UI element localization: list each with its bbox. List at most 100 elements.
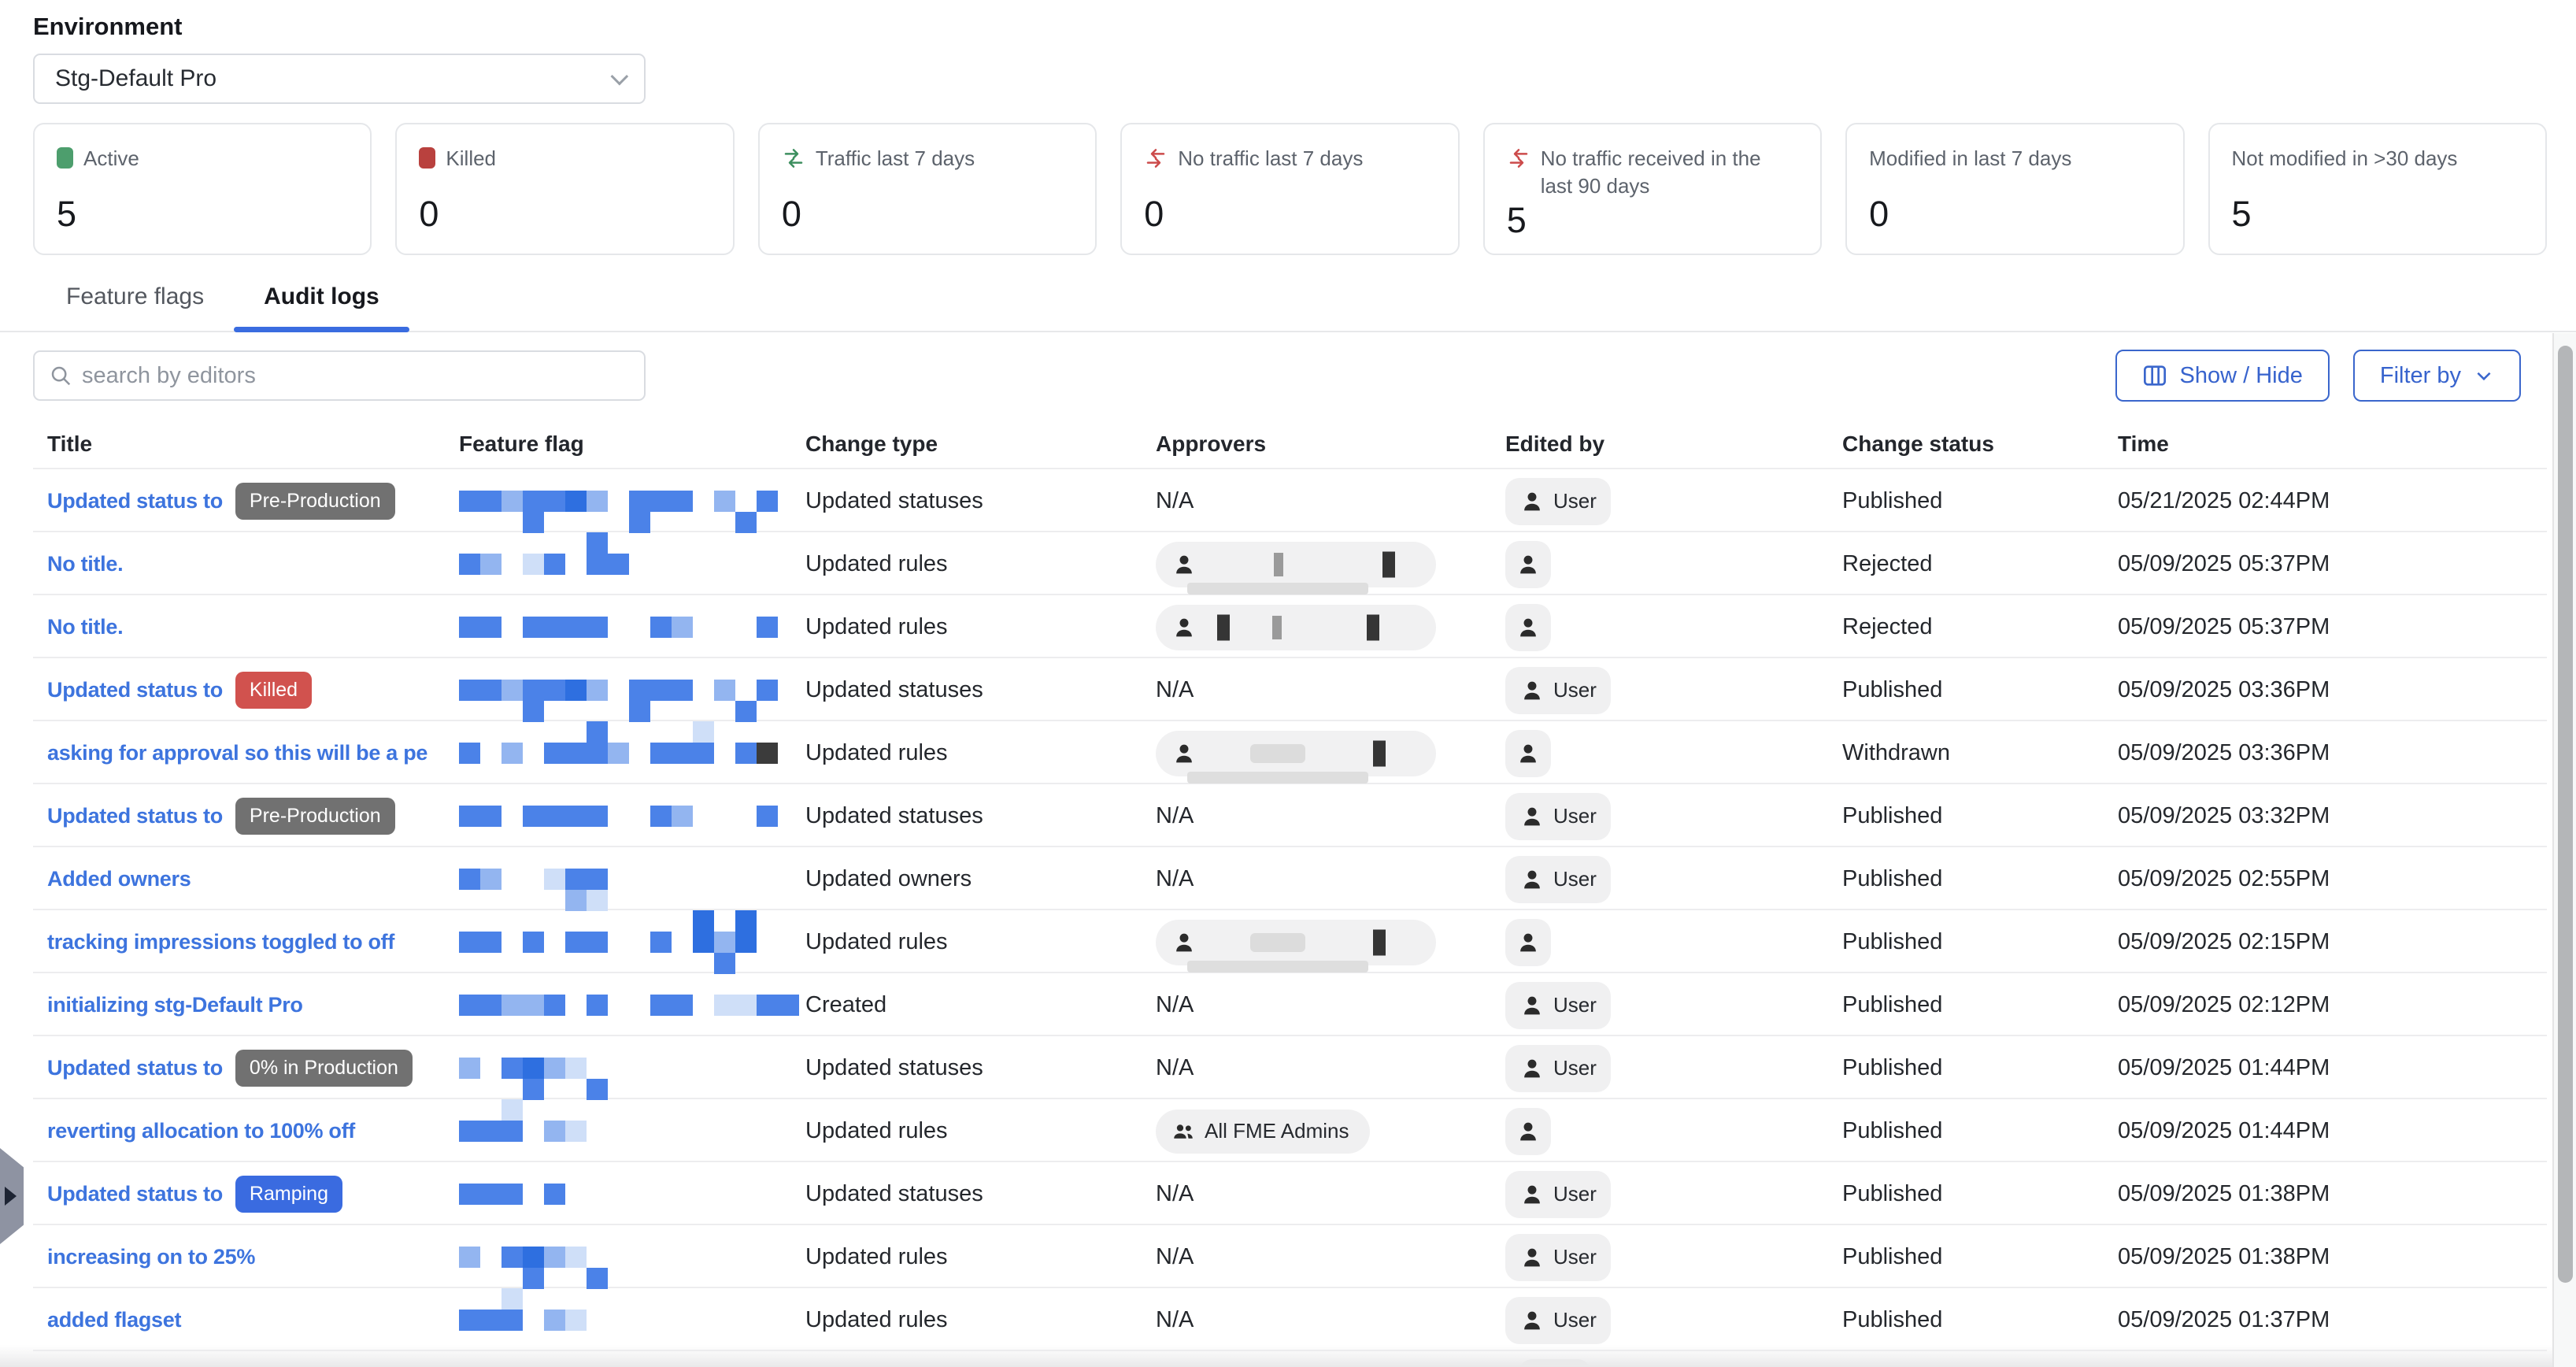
audit-entry-link[interactable]: No title.: [47, 552, 123, 576]
people-icon: [1171, 1120, 1195, 1143]
search-box[interactable]: [33, 350, 646, 401]
editor-pill: User: [1505, 1171, 1611, 1218]
stat-card-value: 5: [1507, 200, 1798, 241]
column-header-change-status: Change status: [1842, 432, 2118, 457]
table-row: tracking impressions toggled to offUpdat…: [33, 909, 2547, 972]
filter-by-button[interactable]: Filter by: [2353, 350, 2521, 402]
edited-by-cell: [1505, 1108, 1842, 1155]
editor-pill: User: [1505, 478, 1611, 525]
environment-select[interactable]: Stg-Default Pro: [33, 54, 646, 104]
audit-entry-link[interactable]: Updated status to: [47, 1056, 223, 1080]
table-row: Updated status toKilledUpdated statusesN…: [33, 657, 2547, 720]
redaction-underbar: [1187, 583, 1368, 595]
audit-entry-link[interactable]: tracking impressions toggled to off: [47, 930, 394, 954]
change-status-cell: Published: [1842, 1307, 2118, 1333]
person-icon: [1519, 993, 1545, 1018]
audit-entry-link[interactable]: No title.: [47, 615, 123, 639]
approver-redacted-pill: [1156, 605, 1436, 650]
stat-card-value: 5: [2232, 194, 2523, 235]
audit-entry-link[interactable]: initializing stg-Default Pro: [47, 993, 303, 1017]
feature-flag-redacted: [459, 1225, 805, 1289]
approvers-cell: N/A: [1156, 470, 1505, 533]
audit-entry-link[interactable]: increasing on to 25%: [47, 1245, 255, 1269]
feature-flag-redacted: [459, 658, 805, 722]
change-type-cell: Updated rules: [805, 551, 1156, 577]
approver-redacted-pill: [1156, 920, 1436, 965]
table-row-partial: [33, 1350, 2547, 1365]
audit-entry-link[interactable]: Updated status to: [47, 678, 223, 702]
person-icon: [1519, 1182, 1545, 1207]
title-cell: Updated status to0% in Production: [33, 1050, 459, 1087]
time-cell: 05/09/2025 05:37PM: [2118, 551, 2547, 577]
redaction-mark: [1367, 614, 1379, 640]
feature-flag-redacted: [459, 1099, 805, 1163]
time-cell: 05/21/2025 02:44PM: [2118, 488, 2547, 514]
change-type-cell: Created: [805, 992, 1156, 1018]
editor-pill: [1505, 1108, 1551, 1155]
change-type-cell: Updated owners: [805, 866, 1156, 892]
edited-by-cell: User: [1505, 667, 1842, 714]
show-hide-button[interactable]: Show / Hide: [2115, 350, 2330, 402]
table-row: added flagsetUpdated rulesN/AUserPublish…: [33, 1287, 2547, 1350]
stat-card-label: Not modified in >30 days: [2232, 145, 2523, 172]
change-type-cell: Updated statuses: [805, 488, 1156, 514]
tab-audit-logs[interactable]: Audit logs: [234, 283, 409, 331]
approvers-cell: N/A: [1156, 1163, 1505, 1226]
change-status-cell: Rejected: [1842, 614, 2118, 640]
stat-card: No traffic last 7 days 0: [1120, 123, 1459, 255]
chevron-down-icon: [611, 68, 629, 86]
tab-feature-flags[interactable]: Feature flags: [36, 283, 234, 331]
person-icon: [1516, 1119, 1541, 1144]
editor-label: User: [1553, 993, 1597, 1017]
audit-entry-link[interactable]: Added owners: [47, 867, 191, 891]
redaction-mark: [1373, 740, 1386, 766]
approvers-cell: N/A: [1156, 974, 1505, 1037]
editor-label: User: [1553, 804, 1597, 828]
change-status-cell: Published: [1842, 1055, 2118, 1081]
audit-log-table: TitleFeature flagChange typeApproversEdi…: [33, 420, 2547, 1350]
audit-entry-link[interactable]: Updated status to: [47, 804, 223, 828]
search-input[interactable]: [82, 363, 630, 389]
approvers-cell: [1156, 596, 1505, 659]
stat-card: Killed 0: [395, 123, 734, 255]
audit-entry-link[interactable]: Updated status to: [47, 489, 223, 513]
stat-card-value: 5: [57, 194, 348, 235]
editor-pill: [1505, 730, 1551, 777]
change-type-cell: Updated rules: [805, 1244, 1156, 1270]
editor-pill: [1505, 604, 1551, 651]
edited-by-cell: [1505, 604, 1842, 651]
status-badge: Pre-Production: [235, 798, 395, 835]
time-cell: 05/09/2025 01:44PM: [2118, 1118, 2547, 1144]
audit-entry-link[interactable]: added flagset: [47, 1308, 181, 1332]
column-header-title: Title: [33, 432, 459, 457]
feature-flag-redacted: [459, 973, 805, 1037]
stats-card-row: Active 5Killed 0Traffic last 7 days 0No …: [33, 123, 2547, 255]
redaction-mark: [1373, 929, 1386, 955]
time-cell: 05/09/2025 03:36PM: [2118, 677, 2547, 703]
column-header-change-type: Change type: [805, 432, 1156, 457]
scrollbar-thumb[interactable]: [2558, 346, 2573, 1283]
editor-label: User: [1553, 1182, 1597, 1206]
stat-card-value: 0: [1144, 194, 1435, 235]
person-icon: [1516, 930, 1541, 955]
change-type-cell: Updated statuses: [805, 1055, 1156, 1081]
editor-pill: User: [1505, 1234, 1611, 1281]
stat-card: Traffic last 7 days 0: [758, 123, 1097, 255]
column-header-time: Time: [2118, 432, 2547, 457]
audit-entry-link[interactable]: reverting allocation to 100% off: [47, 1119, 355, 1143]
time-cell: 05/09/2025 02:12PM: [2118, 992, 2547, 1018]
status-badge: Pre-Production: [235, 483, 395, 520]
change-status-cell: Published: [1842, 992, 2118, 1018]
table-body: Updated status toPre-ProductionUpdated s…: [33, 468, 2547, 1350]
editor-label: User: [1553, 1245, 1597, 1269]
vertical-scrollbar[interactable]: [2552, 333, 2576, 1367]
traffic-arrows-icon: [782, 146, 805, 170]
time-cell: 05/09/2025 01:38PM: [2118, 1244, 2547, 1270]
time-cell: 05/09/2025 02:15PM: [2118, 929, 2547, 955]
table-row: No title.Updated rulesRejected05/09/2025…: [33, 594, 2547, 657]
title-cell: Updated status to Pre-Production: [33, 798, 459, 835]
audit-entry-link[interactable]: Updated status to: [47, 1182, 223, 1206]
feature-flag-redacted: [459, 784, 805, 848]
audit-entry-link[interactable]: asking for approval so this will be a pe: [47, 741, 427, 765]
approvers-cell: N/A: [1156, 848, 1505, 911]
